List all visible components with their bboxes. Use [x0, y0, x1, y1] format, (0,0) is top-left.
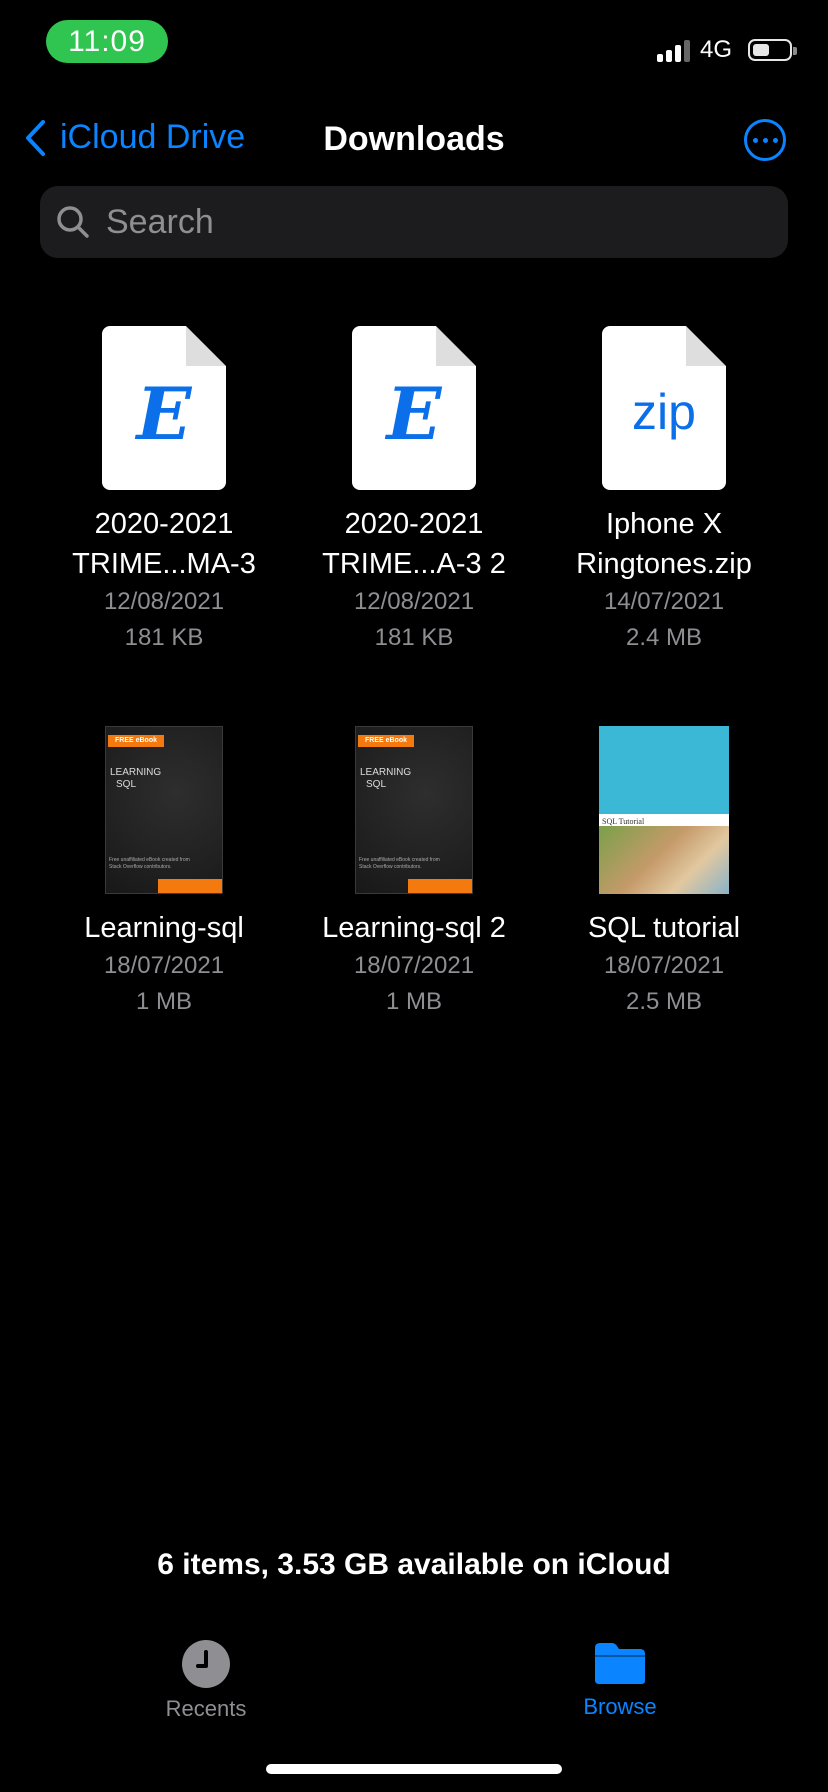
battery-icon — [748, 39, 797, 61]
file-name: TRIME...MA-3 — [72, 548, 256, 580]
ellipsis-icon — [752, 137, 758, 143]
search-bar[interactable] — [40, 186, 788, 258]
file-size: 1 MB — [135, 988, 192, 1015]
file-item[interactable]: SQL Tutorial SQL tutorial 18/07/2021 2.5… — [539, 724, 789, 1020]
file-item[interactable]: E 2020-2021 TRIME...MA-3 12/08/2021 181 K… — [39, 320, 289, 656]
zip-file-icon: zip — [602, 326, 726, 490]
file-date: 14/07/2021 — [603, 588, 725, 615]
tab-browse[interactable]: Browse — [520, 1640, 720, 1720]
file-name: TRIME...A-3 2 — [322, 548, 506, 580]
file-item[interactable]: FREE eBook LEARNING SQL Free unaffiliate… — [289, 724, 539, 1020]
file-date: 18/07/2021 — [103, 952, 225, 979]
more-options-button[interactable] — [744, 119, 786, 161]
storage-info: 6 items, 3.53 GB available on iCloud — [157, 1548, 671, 1581]
tab-recents[interactable]: Recents — [106, 1640, 306, 1722]
status-time: 11:09 — [46, 20, 168, 63]
network-type: 4G — [699, 36, 732, 63]
folder-icon — [593, 1640, 647, 1686]
file-item[interactable]: zip Iphone X Ringtones.zip 14/07/2021 2.4… — [539, 320, 789, 656]
file-name: Iphone X — [605, 508, 723, 540]
file-size: 2.4 MB — [625, 624, 703, 651]
page-title: Downloads — [323, 120, 505, 158]
file-name: 2020-2021 — [94, 508, 234, 540]
file-size: 181 KB — [374, 624, 454, 651]
tab-label: Browse — [583, 1694, 657, 1719]
file-name: Learning-sql — [84, 912, 244, 944]
file-date: 18/07/2021 — [603, 952, 725, 979]
file-item[interactable]: FREE eBook LEARNING SQL Free unaffiliate… — [39, 724, 289, 1020]
file-date: 18/07/2021 — [353, 952, 475, 979]
file-size: 2.5 MB — [625, 988, 703, 1015]
file-name: Ringtones.zip — [576, 548, 752, 580]
file-name: SQL tutorial — [587, 912, 741, 944]
search-input[interactable] — [104, 201, 708, 243]
ebook-file-icon: E — [352, 326, 476, 490]
book-cover-thumbnail: FREE eBook LEARNING SQL Free unaffiliate… — [355, 726, 473, 894]
clock-icon — [182, 1640, 230, 1688]
search-icon — [57, 206, 89, 238]
cellular-signal-icon — [656, 38, 690, 62]
book-cover-thumbnail: FREE eBook LEARNING SQL Free unaffiliate… — [105, 726, 223, 894]
file-date: 12/08/2021 — [103, 588, 225, 615]
file-size: 1 MB — [385, 988, 442, 1015]
file-size: 181 KB — [124, 624, 204, 651]
file-name: 2020-2021 — [344, 508, 484, 540]
status-indicators: 4G — [656, 36, 797, 64]
ebook-file-icon: E — [102, 326, 226, 490]
file-name: Learning-sql 2 — [322, 912, 506, 944]
tab-label: Recents — [165, 1696, 247, 1721]
home-indicator[interactable] — [266, 1764, 562, 1774]
file-item[interactable]: E 2020-2021 TRIME...A-3 2 12/08/2021 181 … — [289, 320, 539, 656]
book-cover-thumbnail: SQL Tutorial — [599, 726, 729, 894]
file-date: 12/08/2021 — [353, 588, 475, 615]
